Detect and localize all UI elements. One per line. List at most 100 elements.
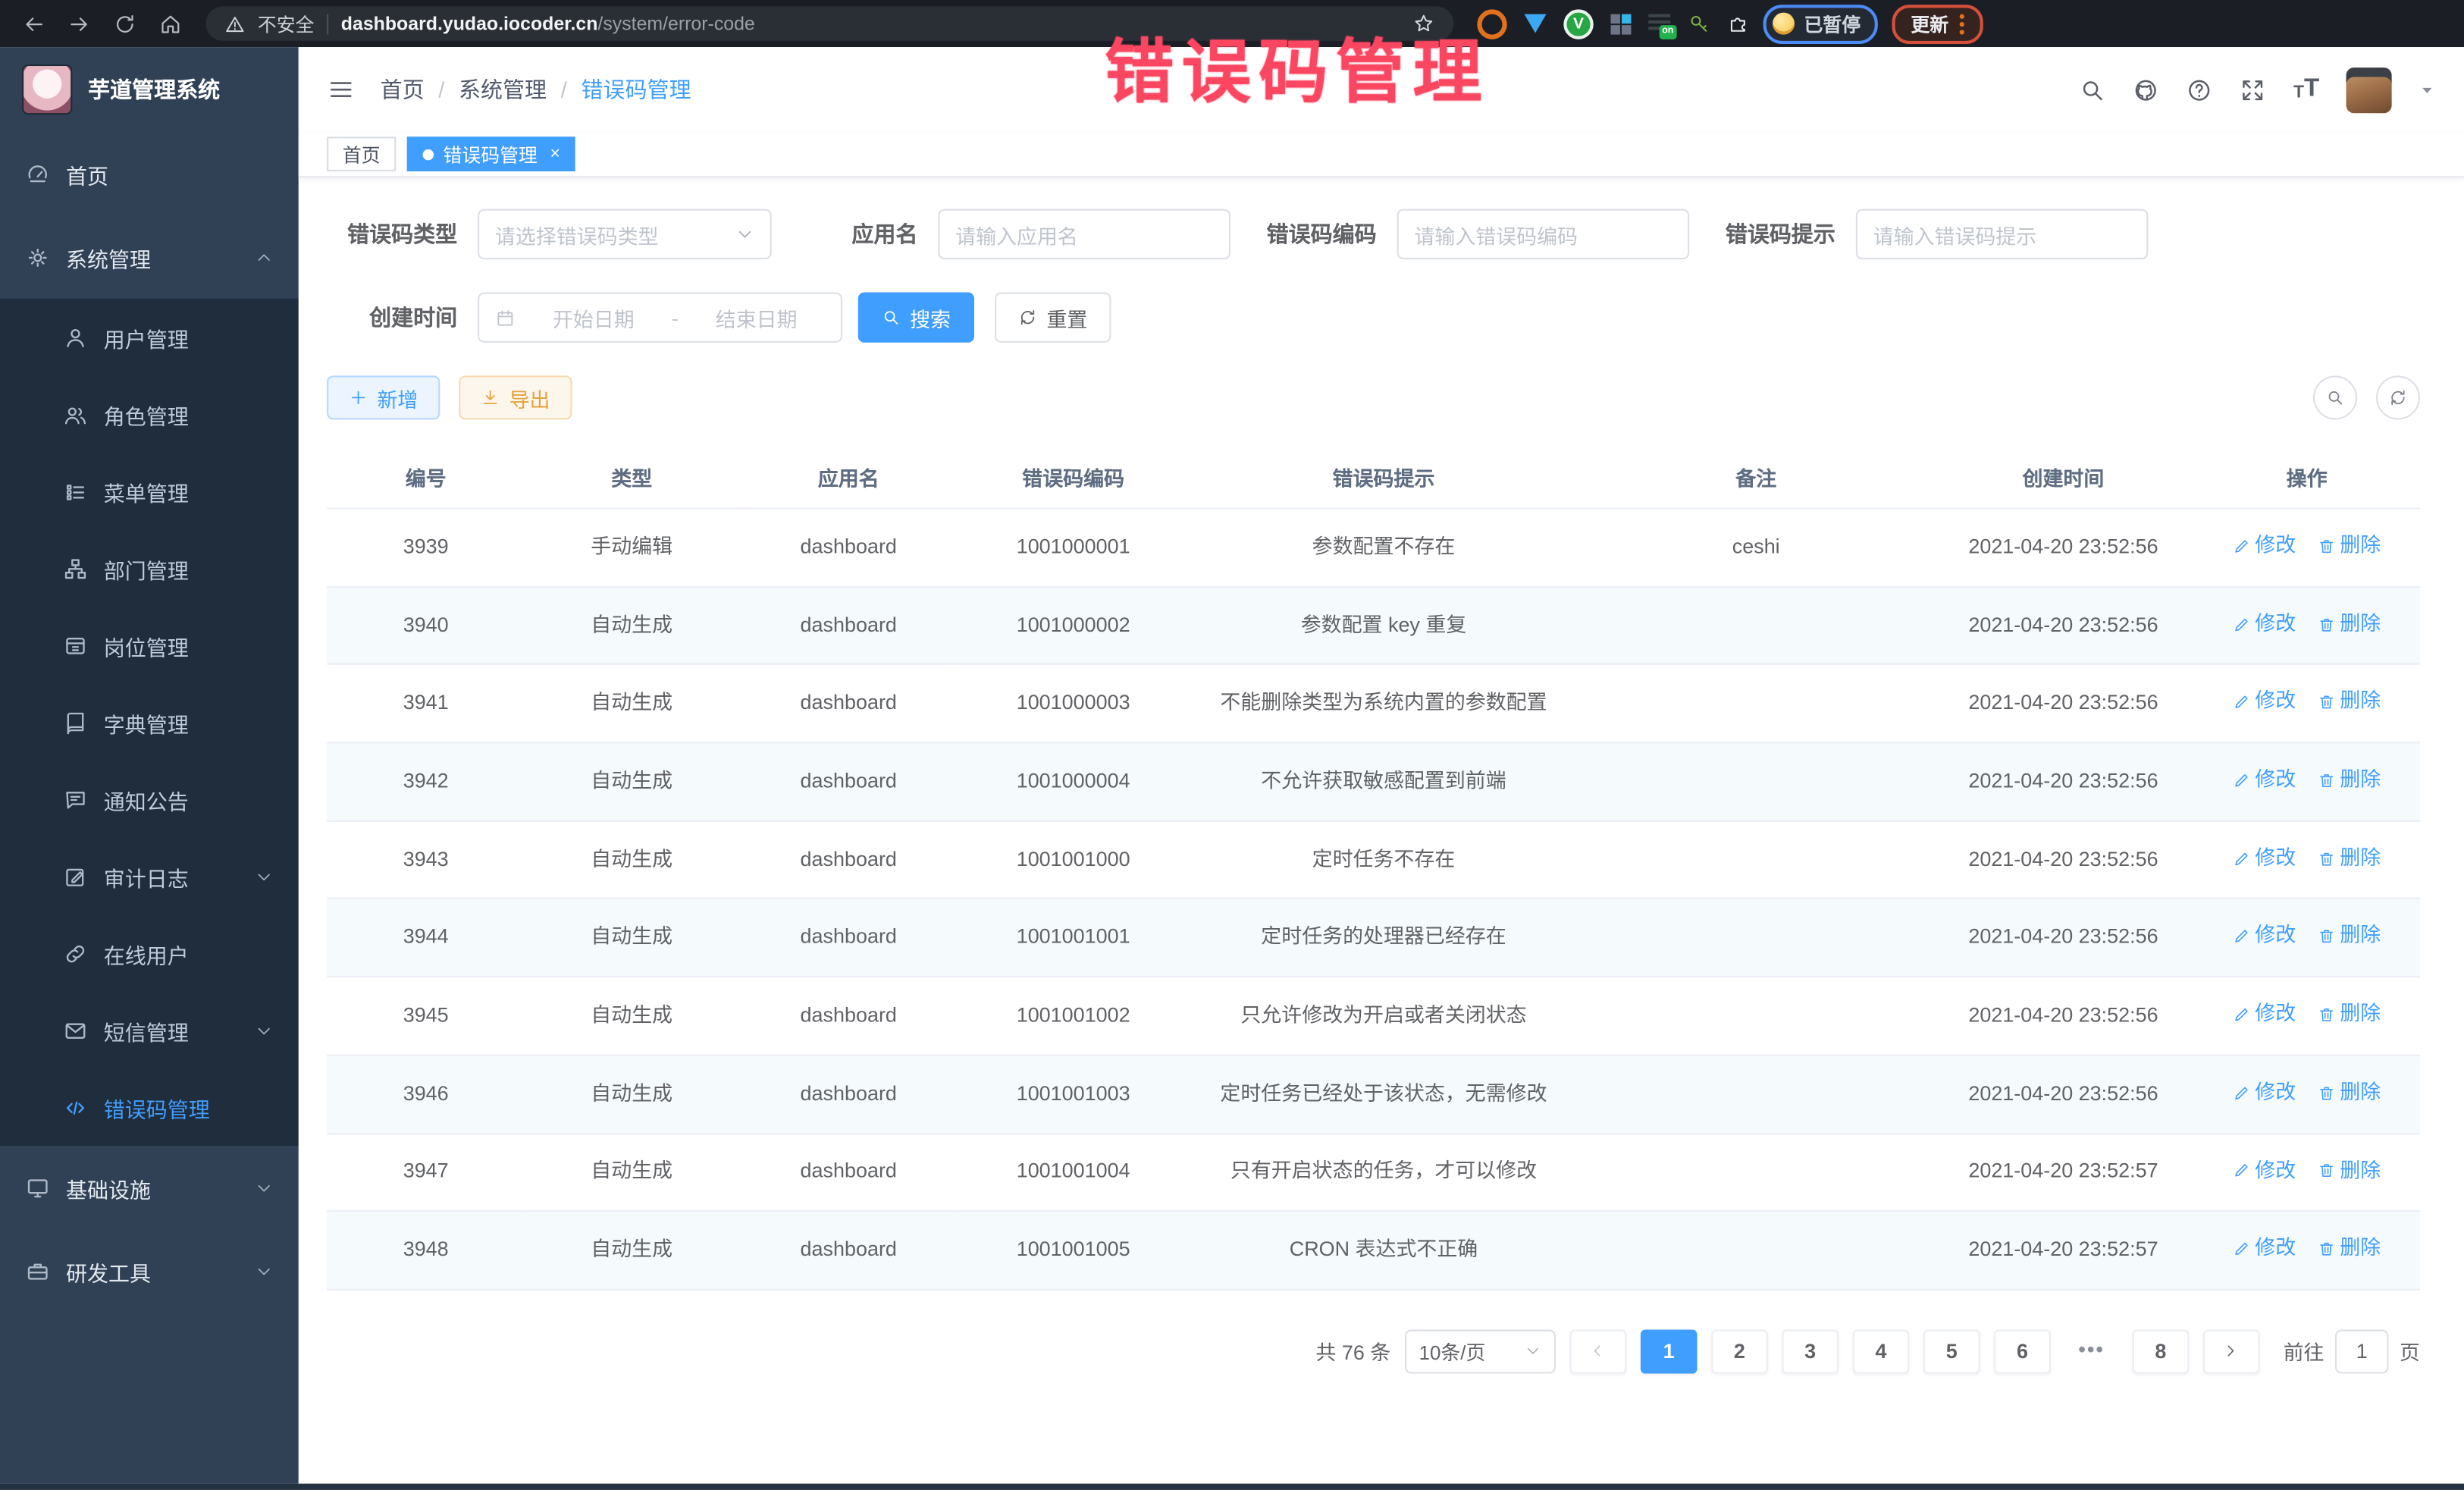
delete-link[interactable]: 删除 [2318, 607, 2381, 640]
cell-app: dashboard [738, 977, 958, 1055]
sidebar-item-system[interactable]: 系统管理 [0, 215, 299, 299]
ext-list-on-icon[interactable]: on [1648, 14, 1670, 33]
edit-link[interactable]: 修改 [2233, 920, 2296, 952]
pagination: 共 76 条 10条/页 123456•••8 前往 1 页 [327, 1329, 2420, 1417]
filter-row-2: 创建时间 开始日期 - 结束日期 搜索 重置 [327, 293, 2420, 343]
ext-green-circle-icon[interactable]: V [1563, 8, 1593, 38]
edit-link[interactable]: 修改 [2233, 1154, 2296, 1187]
github-icon[interactable] [2133, 77, 2160, 103]
sidebar-item-role[interactable]: 角色管理 [0, 375, 299, 453]
toggle-search-button[interactable] [2313, 375, 2357, 419]
bookmark-star-icon[interactable] [1412, 13, 1434, 35]
edit-link[interactable]: 修改 [2233, 998, 2296, 1030]
app-name-input[interactable]: 请输入应用名 [938, 209, 1230, 259]
export-button[interactable]: 导出 [459, 375, 572, 419]
edit-link[interactable]: 修改 [2233, 1232, 2296, 1265]
tag-错误码管理[interactable]: 错误码管理× [407, 136, 576, 171]
goto-page-input[interactable]: 1 [2335, 1329, 2388, 1373]
date-range-picker[interactable]: 开始日期 - 结束日期 [478, 293, 842, 343]
browser-update-button[interactable]: 更新 [1892, 4, 1983, 43]
browser-menu-icon[interactable] [1960, 14, 1964, 34]
error-msg-input[interactable]: 请输入错误码提示 [1856, 209, 2149, 259]
browser-home-icon[interactable] [158, 12, 182, 36]
refresh-table-button[interactable] [2376, 375, 2420, 419]
tag-首页[interactable]: 首页 [327, 136, 396, 171]
avatar-caret-icon[interactable] [2419, 81, 2436, 99]
avatar[interactable] [2346, 67, 2392, 112]
sidebar-item-dev-tools[interactable]: 研发工具 [0, 1229, 299, 1313]
edit-link[interactable]: 修改 [2233, 1076, 2296, 1109]
sidebar-item-user[interactable]: 用户管理 [0, 299, 299, 376]
add-button[interactable]: 新增 [327, 375, 440, 419]
delete-link[interactable]: 删除 [2318, 529, 2381, 562]
font-size-icon[interactable]: TT [2293, 77, 2319, 102]
edit-link[interactable]: 修改 [2233, 842, 2296, 874]
reset-button[interactable]: 重置 [995, 293, 1111, 343]
ext-blue-gem-icon[interactable] [1525, 14, 1547, 33]
sidebar-item-online-user[interactable]: 在线用户 [0, 914, 299, 992]
delete-link[interactable]: 删除 [2318, 1232, 2381, 1265]
sidebar-item-audit-log[interactable]: 审计日志 [0, 838, 299, 915]
edit-link[interactable]: 修改 [2233, 764, 2296, 796]
not-secure-label: 不安全 [258, 10, 315, 36]
delete-link[interactable]: 删除 [2318, 764, 2381, 796]
extensions-puzzle-icon[interactable] [1727, 13, 1749, 35]
error-code-input[interactable]: 请输入错误码编码 [1397, 209, 1690, 259]
page-button-8[interactable]: 8 [2133, 1329, 2190, 1373]
sidebar-item-sms[interactable]: 短信管理 [0, 992, 299, 1069]
edit-link[interactable]: 修改 [2233, 685, 2296, 718]
breadcrumb-item[interactable]: 系统管理 [459, 74, 547, 105]
sidebar-item-infra[interactable]: 基础设施 [0, 1146, 299, 1229]
profile-paused-badge[interactable]: 已暂停 [1763, 4, 1878, 43]
page-button-2[interactable]: 2 [1711, 1329, 1768, 1373]
page-size-select[interactable]: 10条/页 [1405, 1329, 1556, 1373]
sidebar-item-home[interactable]: 首页 [0, 132, 299, 215]
page-button-4[interactable]: 4 [1853, 1329, 1910, 1373]
cell-note [1579, 742, 1933, 820]
sidebar-item-error-code[interactable]: 错误码管理 [0, 1068, 299, 1146]
breadcrumb-item[interactable]: 首页 [381, 74, 425, 105]
page-button-1[interactable]: 1 [1641, 1329, 1698, 1373]
cell-app: dashboard [738, 587, 958, 665]
cell-msg: CRON 表达式不正确 [1188, 1211, 1579, 1289]
next-page-button[interactable] [2203, 1329, 2260, 1373]
address-bar[interactable]: 不安全 dashboard.yudao.iocoder.cn/system/er… [206, 6, 1454, 41]
help-icon[interactable] [2187, 77, 2213, 103]
close-tag-icon[interactable]: × [550, 146, 560, 163]
app-header: 首页/系统管理/错误码管理 TT [299, 47, 2464, 132]
cell-type: 自动生成 [525, 1211, 738, 1289]
page-button-3[interactable]: 3 [1782, 1329, 1839, 1373]
edit-link[interactable]: 修改 [2233, 529, 2296, 562]
sidebar-item-post[interactable]: 岗位管理 [0, 607, 299, 684]
ext-orange-ring-icon[interactable] [1477, 8, 1506, 38]
cell-type: 自动生成 [525, 587, 738, 665]
header-search-icon[interactable] [2080, 77, 2106, 103]
sidebar-logo[interactable]: 芋道管理系统 [0, 47, 299, 132]
reload-icon[interactable] [113, 12, 136, 36]
sidebar-item-dept[interactable]: 部门管理 [0, 529, 299, 607]
delete-link[interactable]: 删除 [2318, 998, 2381, 1030]
fullscreen-icon[interactable] [2240, 77, 2267, 103]
delete-link[interactable]: 删除 [2318, 1154, 2381, 1187]
page-button-5[interactable]: 5 [1923, 1329, 1980, 1373]
delete-link[interactable]: 删除 [2318, 842, 2381, 874]
delete-link[interactable]: 删除 [2318, 685, 2381, 718]
ext-key-icon[interactable] [1688, 13, 1710, 35]
total-count: 共 76 条 [1315, 1337, 1390, 1366]
sidebar-item-dict[interactable]: 字典管理 [0, 684, 299, 761]
back-icon[interactable] [22, 12, 45, 36]
sidebar-item-menu[interactable]: 菜单管理 [0, 453, 299, 530]
prev-page-button[interactable] [1570, 1329, 1627, 1373]
sidebar-toggle-icon[interactable] [327, 75, 355, 103]
page-button-6[interactable]: 6 [1994, 1329, 2051, 1373]
edit-link[interactable]: 修改 [2233, 607, 2296, 640]
cell-time: 2021-04-20 23:52:57 [1933, 1133, 2193, 1211]
sidebar-item-notice[interactable]: 通知公告 [0, 761, 299, 838]
search-button[interactable]: 搜索 [858, 293, 974, 343]
more-pages-button[interactable]: ••• [2064, 1329, 2118, 1370]
ext-grid-icon[interactable] [1611, 14, 1632, 34]
delete-link[interactable]: 删除 [2318, 1076, 2381, 1109]
error-type-select[interactable]: 请选择错误码类型 [478, 209, 772, 259]
forward-icon[interactable] [67, 12, 91, 36]
delete-link[interactable]: 删除 [2318, 920, 2381, 952]
